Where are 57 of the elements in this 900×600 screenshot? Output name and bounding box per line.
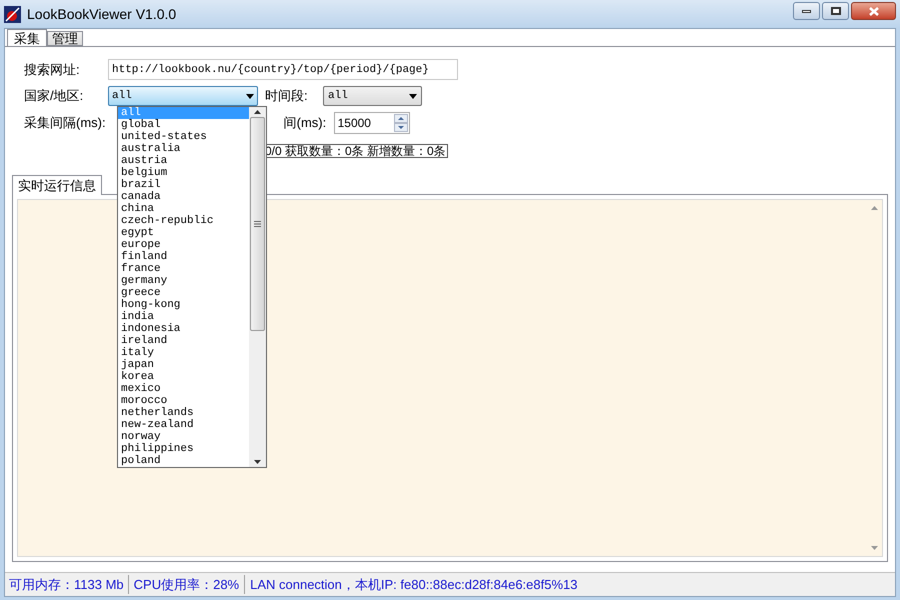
- status-text: LAN connection，本机IP: fe80::88ec:d28f:84e6:e8f5%13: [244, 574, 582, 594]
- period-dropdown[interactable]: all: [323, 86, 422, 106]
- dropdown-option[interactable]: ireland: [118, 335, 249, 347]
- dropdown-option[interactable]: belgium: [118, 167, 249, 179]
- field-label: 国家/地区:: [23, 87, 84, 106]
- tab[interactable]: 实时运行信息: [12, 175, 102, 195]
- dropdown-option[interactable]: china: [118, 203, 249, 215]
- maximize-button[interactable]: [822, 2, 849, 20]
- dropdown-option[interactable]: canada: [118, 191, 249, 203]
- status-text: CPU使用率：28%: [128, 574, 244, 594]
- field-label: 时间段:: [265, 87, 309, 106]
- scrollbar-thumb[interactable]: [250, 117, 265, 331]
- dropdown-option[interactable]: norway: [118, 431, 249, 443]
- dropdown-option[interactable]: austria: [118, 155, 249, 167]
- dropdown-option[interactable]: hong-kong: [118, 299, 249, 311]
- dropdown-option[interactable]: united-states: [118, 131, 249, 143]
- country-dropdown[interactable]: all: [108, 86, 258, 106]
- dropdown-option[interactable]: czech-republic: [118, 215, 249, 227]
- dropdown-option[interactable]: france: [118, 263, 249, 275]
- field-label: 搜索网址:: [23, 60, 81, 79]
- dropdown-option[interactable]: brazil: [118, 179, 249, 191]
- minimize-button[interactable]: [793, 2, 820, 20]
- dropdown-option[interactable]: greece: [118, 287, 249, 299]
- dropdown-option[interactable]: morocco: [118, 395, 249, 407]
- dropdown-option[interactable]: poland: [118, 455, 249, 467]
- dropdown-option[interactable]: japan: [118, 359, 249, 371]
- minimize-icon: [802, 10, 811, 12]
- window-title: LookBookViewer V1.0.0: [27, 4, 176, 24]
- dropdown-option[interactable]: egypt: [118, 227, 249, 239]
- tab[interactable]: 管理: [47, 31, 83, 46]
- maximize-icon: [830, 7, 840, 15]
- app-logo-icon: [4, 6, 21, 22]
- url-field[interactable]: http://lookbook.nu/{country}/top/{period}/{page}: [108, 59, 458, 80]
- dropdown-option[interactable]: italy: [118, 347, 249, 359]
- grip-icon: [254, 221, 261, 227]
- interval-spinner[interactable]: 15000: [334, 112, 410, 134]
- dropdown-option[interactable]: global: [118, 119, 249, 131]
- dropdown-option[interactable]: australia: [118, 143, 249, 155]
- status-text: 可用内存：1133 Mb: [8, 576, 125, 594]
- close-button[interactable]: [851, 2, 896, 20]
- dropdown-option[interactable]: mexico: [118, 383, 249, 395]
- caret-icon: [246, 94, 254, 98]
- caret-icon: [409, 94, 417, 98]
- scrollbar[interactable]: [249, 107, 266, 467]
- tab[interactable]: 采集: [7, 29, 47, 46]
- field-label: 采集间隔(ms):: [24, 114, 106, 132]
- dropdown-option[interactable]: indonesia: [118, 323, 249, 335]
- dropdown-option[interactable]: netherlands: [118, 407, 249, 419]
- dropdown-option[interactable]: finland: [118, 251, 249, 263]
- dropdown-option[interactable]: philippines: [118, 443, 249, 455]
- dropdown-option[interactable]: new-zealand: [118, 419, 249, 431]
- close-icon: [868, 6, 878, 16]
- dropdown-option[interactable]: india: [118, 311, 249, 323]
- dropdown-option[interactable]: germany: [118, 275, 249, 287]
- field-label: 间(ms):: [284, 114, 328, 132]
- dropdown-option[interactable]: europe: [118, 239, 249, 251]
- dropdown-option[interactable]: korea: [118, 371, 249, 383]
